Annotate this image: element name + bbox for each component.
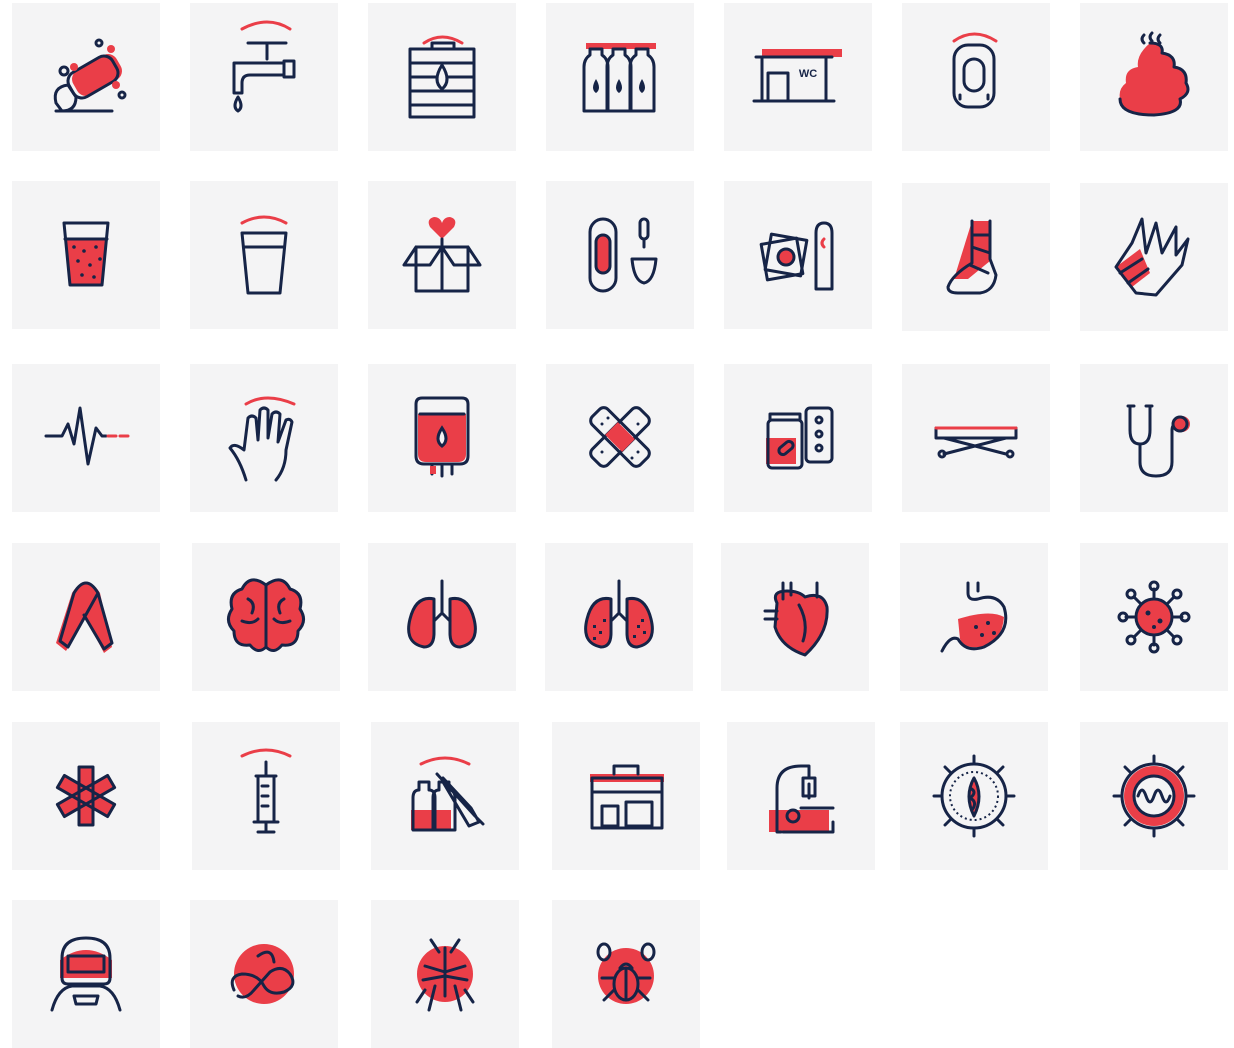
stretcher-icon <box>934 426 1018 459</box>
soap-tile[interactable] <box>12 3 160 151</box>
protective-mask-tile[interactable] <box>12 900 160 1048</box>
restroom-building-icon: WC <box>752 49 842 103</box>
donation-box-tile[interactable] <box>368 181 516 329</box>
stretcher-tile[interactable] <box>902 364 1050 512</box>
microscope-icon <box>769 764 835 834</box>
bugs-icon <box>596 942 656 1004</box>
first-aid-kit-tile[interactable] <box>552 722 700 870</box>
first-aid-kit-icon <box>590 764 664 830</box>
heartbeat-icon <box>44 406 130 466</box>
virus-cell-tile[interactable] <box>900 722 1048 870</box>
medicine-pills-tile[interactable] <box>724 364 872 512</box>
bandages-icon <box>589 406 651 468</box>
water-tank-icon <box>408 35 476 119</box>
coronavirus-tile[interactable] <box>1080 722 1228 870</box>
brain-tile[interactable] <box>192 543 340 691</box>
microscope-tile[interactable] <box>727 722 875 870</box>
water-bottles-icon <box>582 43 656 113</box>
stethoscope-icon <box>1126 404 1190 478</box>
mosquito-icon <box>415 938 475 1012</box>
awareness-ribbon-icon <box>56 581 114 653</box>
clean-water-glass-icon <box>240 215 288 295</box>
blood-bag-icon <box>414 396 470 478</box>
bandages-tile[interactable] <box>546 364 694 512</box>
faucet-tile[interactable] <box>190 3 338 151</box>
bugs-tile[interactable] <box>552 900 700 1048</box>
stomach-tile[interactable] <box>900 543 1048 691</box>
stethoscope-tile[interactable] <box>1080 364 1228 512</box>
hand-tile[interactable] <box>190 364 338 512</box>
water-bottles-tile[interactable] <box>546 3 694 151</box>
urinal-icon <box>952 32 998 109</box>
dirty-water-glass-icon <box>62 221 110 287</box>
urinal-tile[interactable] <box>902 3 1050 151</box>
lungs-icon <box>407 579 477 649</box>
condoms-icon <box>759 221 834 291</box>
donation-box-icon <box>402 217 482 293</box>
worm-icon <box>230 944 295 1004</box>
coronavirus-icon <box>1112 754 1196 838</box>
heartbeat-tile[interactable] <box>12 364 160 512</box>
syringe-tile[interactable] <box>192 722 340 870</box>
lungs-tile[interactable] <box>368 543 516 691</box>
vaccine-vials-icon <box>411 756 485 832</box>
water-tank-tile[interactable] <box>368 3 516 151</box>
poop-icon <box>1118 31 1190 117</box>
menstrual-products-icon <box>588 217 658 293</box>
bandaged-hand-icon <box>1114 217 1190 297</box>
awareness-ribbon-tile[interactable] <box>12 543 160 691</box>
damaged-lungs-tile[interactable] <box>545 543 693 691</box>
damaged-lungs-icon <box>584 579 654 649</box>
medicine-pills-icon <box>766 406 834 470</box>
bandaged-hand-tile[interactable] <box>1080 183 1228 331</box>
virus-icon <box>1117 580 1191 654</box>
blood-bag-tile[interactable] <box>368 364 516 512</box>
virus-cell-icon <box>932 754 1016 838</box>
menstrual-products-tile[interactable] <box>546 181 694 329</box>
poop-tile[interactable] <box>1080 3 1228 151</box>
syringe-icon <box>240 748 292 834</box>
stomach-icon <box>940 581 1008 653</box>
wc-sign: WC <box>799 68 817 80</box>
bandaged-foot-tile[interactable] <box>902 183 1050 331</box>
restroom-building-tile[interactable]: WC <box>724 3 872 151</box>
protective-mask-icon <box>50 936 122 1012</box>
faucet-icon <box>232 20 296 113</box>
heart-icon <box>763 581 829 657</box>
brain-icon <box>227 578 305 652</box>
bandaged-foot-icon <box>946 219 998 295</box>
soap-icon <box>53 38 127 113</box>
hand-icon <box>228 396 296 482</box>
star-of-life-icon <box>55 765 117 827</box>
heart-tile[interactable] <box>721 543 869 691</box>
dirty-water-glass-tile[interactable] <box>12 181 160 329</box>
worm-tile[interactable] <box>190 900 338 1048</box>
virus-tile[interactable] <box>1080 543 1228 691</box>
clean-water-glass-tile[interactable] <box>190 181 338 329</box>
vaccine-vials-tile[interactable] <box>371 722 519 870</box>
condoms-tile[interactable] <box>724 181 872 329</box>
mosquito-tile[interactable] <box>371 900 519 1048</box>
star-of-life-tile[interactable] <box>12 722 160 870</box>
